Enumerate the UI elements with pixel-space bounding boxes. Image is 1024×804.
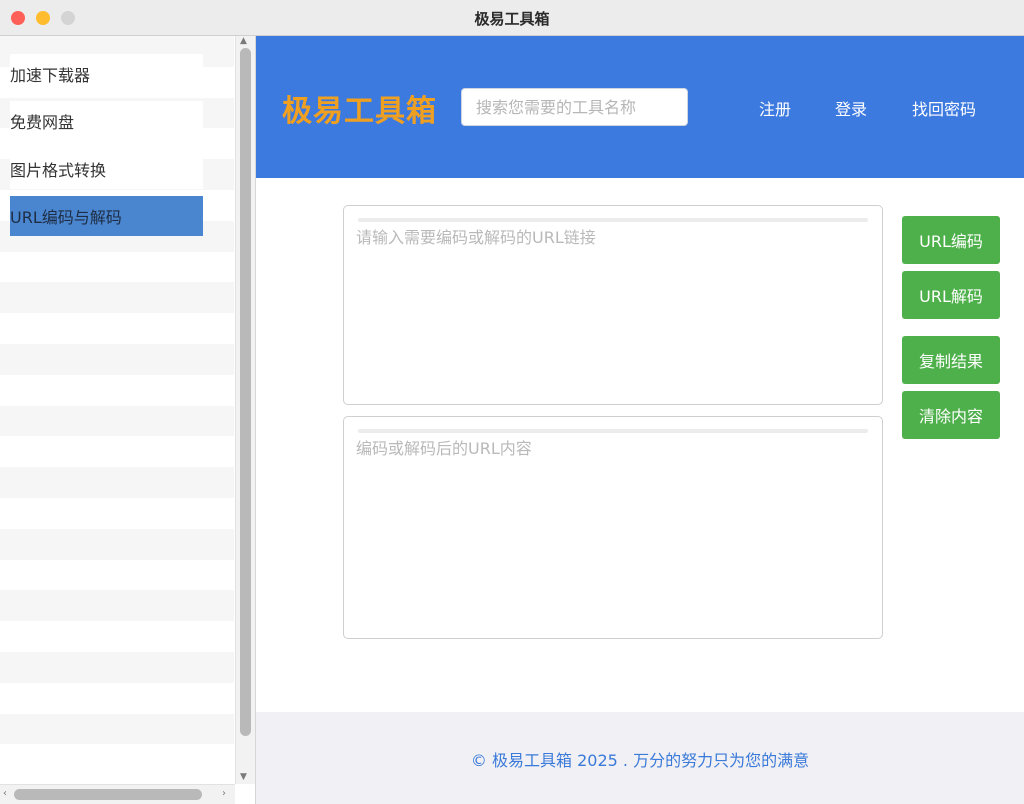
clear-content-button[interactable]: 清除内容	[902, 391, 1000, 439]
sidebar-stripe	[0, 405, 234, 437]
scroll-up-arrow-icon[interactable]: ▲	[240, 36, 247, 46]
sidebar-stripe	[0, 590, 234, 622]
sidebar-stripe	[0, 621, 234, 652]
register-link[interactable]: 注册	[759, 96, 791, 120]
tool-list: 加速下载器 免费网盘 图片格式转换 URL编码与解码	[0, 50, 234, 240]
sidebar-item-label: 图片格式转换	[10, 148, 203, 189]
sidebar-stripe	[0, 282, 234, 314]
sidebar-stripe	[0, 651, 234, 683]
sidebar-item-free-cloud-disk[interactable]: 免费网盘	[0, 98, 234, 146]
input-textbox	[343, 205, 883, 405]
sidebar-item-label: URL编码与解码	[10, 196, 203, 237]
sidebar-vertical-scrollbar[interactable]: ▲ ▼	[235, 36, 255, 784]
sidebar-item-label: 免费网盘	[10, 101, 203, 142]
sidebar-item-label: 加速下载器	[10, 53, 203, 94]
input-toolbar-strip	[358, 218, 868, 222]
sidebar-stripe	[0, 251, 234, 283]
url-decode-button[interactable]: URL解码	[902, 271, 1000, 319]
window-titlebar: 极易工具箱	[0, 0, 1024, 36]
sidebar-stripe	[0, 528, 234, 560]
horizontal-scroll-thumb[interactable]	[14, 789, 202, 800]
output-toolbar-strip	[358, 429, 868, 433]
sidebar-stripe	[0, 467, 234, 498]
brand-logo-text: 极易工具箱	[282, 94, 437, 129]
footer-copyright: © 极易工具箱 2025 . 万分的努力只为您的满意	[470, 751, 810, 770]
scroll-right-arrow-icon[interactable]: ›	[222, 788, 226, 799]
sidebar: 加速下载器 免费网盘 图片格式转换 URL编码与解码 ▲ ▼ ‹ ›	[0, 36, 256, 804]
footer: © 极易工具箱 2025 . 万分的努力只为您的满意	[256, 712, 1024, 804]
sidebar-stripe	[0, 497, 234, 529]
output-textbox	[343, 416, 883, 639]
scroll-left-arrow-icon[interactable]: ‹	[3, 788, 7, 799]
login-link[interactable]: 登录	[835, 96, 867, 120]
window-title: 极易工具箱	[474, 10, 550, 28]
sidebar-horizontal-scrollbar[interactable]: ‹ ›	[0, 784, 235, 804]
scroll-down-arrow-icon[interactable]: ▼	[240, 772, 247, 782]
sidebar-stripe	[0, 713, 234, 745]
vertical-scroll-thumb[interactable]	[240, 48, 251, 736]
sidebar-stripe	[0, 343, 234, 375]
url-output-textarea[interactable]	[356, 435, 870, 628]
url-codec-panel: URL编码 URL解码 复制结果 清除内容	[256, 178, 1024, 712]
search-input[interactable]	[461, 88, 688, 126]
header: 极易工具箱 注册 登录 找回密码	[256, 36, 1024, 178]
sidebar-stripe	[0, 559, 234, 591]
sidebar-stripe	[0, 436, 234, 468]
forgot-password-link[interactable]: 找回密码	[912, 96, 976, 120]
sidebar-stripe	[0, 744, 234, 776]
sidebar-stripe	[0, 313, 234, 344]
sidebar-item-downloader[interactable]: 加速下载器	[0, 50, 234, 98]
sidebar-item-image-converter[interactable]: 图片格式转换	[0, 145, 234, 193]
sidebar-stripe	[0, 374, 234, 406]
copy-result-button[interactable]: 复制结果	[902, 336, 1000, 384]
sidebar-stripe	[0, 682, 234, 714]
sidebar-item-url-codec[interactable]: URL编码与解码	[0, 193, 234, 241]
url-input-textarea[interactable]	[356, 224, 870, 394]
url-encode-button[interactable]: URL编码	[902, 216, 1000, 264]
